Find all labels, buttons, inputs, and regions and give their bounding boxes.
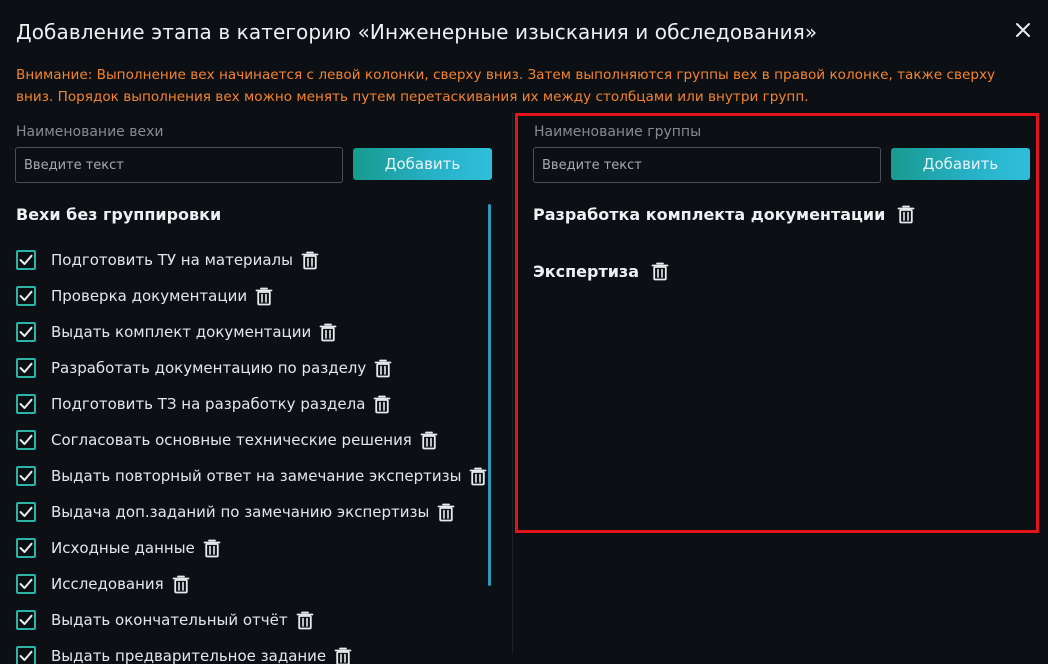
milestone-checkbox[interactable] [16, 394, 36, 414]
milestone-checkbox[interactable] [16, 646, 36, 664]
add-group-button[interactable]: Добавить [891, 148, 1030, 180]
trash-icon[interactable] [373, 394, 391, 414]
group-label: Экспертиза [533, 261, 640, 281]
milestone-label: Исходные данные [51, 539, 195, 557]
milestone-label: Подготовить ТУ на материалы [51, 251, 293, 269]
milestone-checkbox[interactable] [16, 250, 36, 270]
trash-icon[interactable] [334, 646, 352, 664]
group-label: Разработка комплекта документации [533, 204, 886, 224]
trash-icon[interactable] [897, 204, 915, 224]
milestone-item[interactable]: Выдать комплект документации [16, 314, 487, 350]
trash-icon[interactable] [319, 322, 337, 342]
check-icon [19, 578, 33, 590]
trash-icon[interactable] [420, 430, 438, 450]
milestone-item[interactable]: Выдача доп.заданий по замечанию эксперти… [16, 494, 487, 530]
check-icon [19, 254, 33, 266]
milestone-item[interactable]: Подготовить ТУ на материалы [16, 242, 487, 278]
column-divider [512, 112, 513, 654]
group-name-input[interactable] [533, 147, 881, 183]
close-icon[interactable] [1014, 21, 1032, 39]
trash-icon[interactable] [651, 261, 669, 281]
milestone-checkbox[interactable] [16, 286, 36, 306]
check-icon [19, 326, 33, 338]
group-item[interactable]: Экспертиза [533, 257, 915, 285]
milestone-checkbox[interactable] [16, 574, 36, 594]
milestone-label: Выдать комплект документации [51, 323, 312, 341]
milestone-item[interactable]: Выдать окончательный отчёт [16, 602, 487, 638]
milestone-name-label: Наименование вехи [16, 124, 164, 140]
milestone-label: Выдать окончательный отчёт [51, 611, 288, 629]
ungrouped-milestones-title: Вехи без группировки [16, 205, 222, 224]
milestone-label: Согласовать основные технические решения [51, 431, 412, 449]
milestone-checkbox[interactable] [16, 322, 36, 342]
milestone-checkbox[interactable] [16, 610, 36, 630]
milestone-label: Исследования [51, 575, 164, 593]
check-icon [19, 542, 33, 554]
milestone-item[interactable]: Выдать предварительное задание [16, 638, 487, 664]
milestone-label: Проверка документации [51, 287, 248, 305]
check-icon [19, 506, 33, 518]
trash-icon[interactable] [255, 286, 273, 306]
milestone-checkbox[interactable] [16, 502, 36, 522]
group-item[interactable]: Разработка комплекта документации [533, 200, 915, 228]
trash-icon[interactable] [374, 358, 392, 378]
trash-icon[interactable] [469, 466, 487, 486]
add-milestone-button[interactable]: Добавить [353, 148, 492, 180]
check-icon [19, 650, 33, 662]
milestone-label: Разработать документацию по разделу [51, 359, 367, 377]
trash-icon[interactable] [172, 574, 190, 594]
milestone-item[interactable]: Выдать повторный ответ на замечание эксп… [16, 458, 487, 494]
check-icon [19, 398, 33, 410]
check-icon [19, 434, 33, 446]
milestone-item[interactable]: Согласовать основные технические решения [16, 422, 487, 458]
milestone-checkbox[interactable] [16, 538, 36, 558]
milestone-item[interactable]: Проверка документации [16, 278, 487, 314]
trash-icon[interactable] [203, 538, 221, 558]
milestone-label: Выдать предварительное задание [51, 647, 327, 664]
trash-icon[interactable] [296, 610, 314, 630]
check-icon [19, 614, 33, 626]
check-icon [19, 290, 33, 302]
milestone-label: Выдача доп.заданий по замечанию эксперти… [51, 503, 430, 521]
milestone-label: Выдать повторный ответ на замечание эксп… [51, 467, 462, 485]
group-name-label: Наименование группы [534, 124, 702, 140]
milestone-checkbox[interactable] [16, 358, 36, 378]
milestone-item[interactable]: Разработать документацию по разделу [16, 350, 487, 386]
milestone-item[interactable]: Исходные данные [16, 530, 487, 566]
milestone-list: Подготовить ТУ на материалы Проверка доку… [16, 242, 487, 664]
milestone-item[interactable]: Подготовить ТЗ на разработку раздела [16, 386, 487, 422]
milestone-checkbox[interactable] [16, 430, 36, 450]
scrollbar[interactable] [488, 204, 491, 586]
warning-text: Внимание: Выполнение вех начинается с ле… [16, 67, 996, 105]
milestone-checkbox[interactable] [16, 466, 36, 486]
trash-icon[interactable] [437, 502, 455, 522]
milestone-label: Подготовить ТЗ на разработку раздела [51, 395, 366, 413]
check-icon [19, 470, 33, 482]
trash-icon[interactable] [301, 250, 319, 270]
check-icon [19, 362, 33, 374]
dialog-title: Добавление этапа в категорию «Инженерные… [16, 20, 818, 44]
milestone-name-input[interactable] [15, 147, 343, 183]
group-list: Разработка комплекта документации Эксперт… [533, 200, 915, 314]
milestone-item[interactable]: Исследования [16, 566, 487, 602]
